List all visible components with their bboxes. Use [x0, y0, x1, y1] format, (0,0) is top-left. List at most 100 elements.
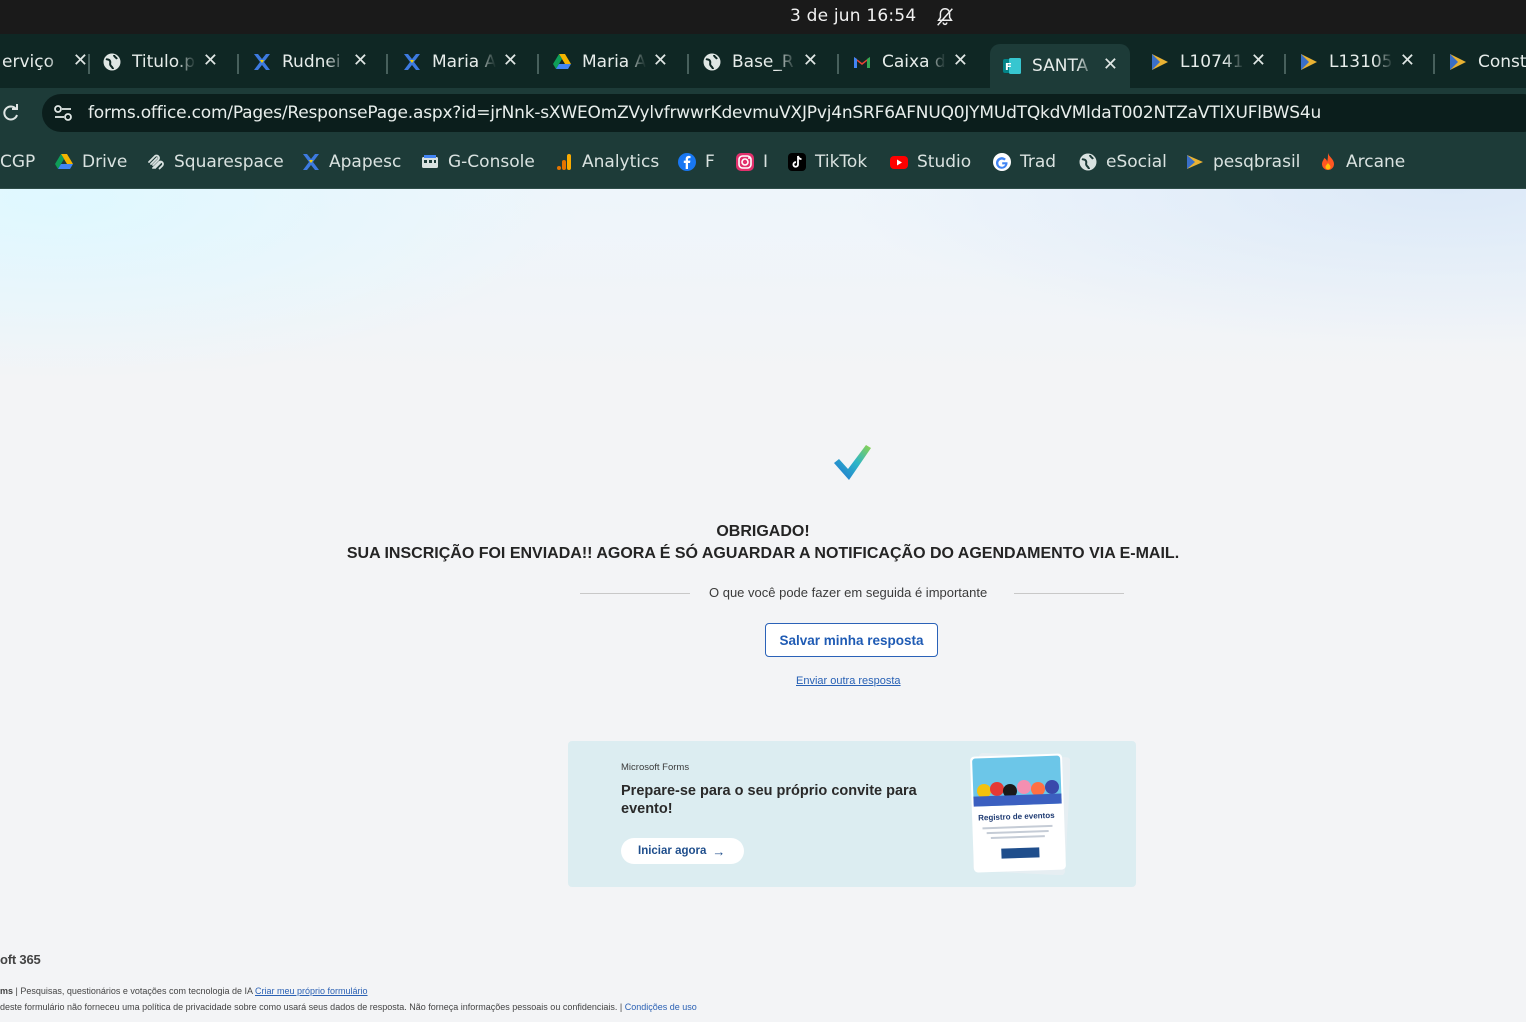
tab-separator: [1433, 54, 1435, 74]
bookmark-label: Arcane: [1346, 152, 1406, 172]
drive-icon: [54, 152, 74, 172]
start-now-label: Iniciar agora: [638, 845, 707, 857]
create-own-form-link[interactable]: Criar meu próprio formulário: [255, 986, 368, 996]
tab-title: L10741: [1180, 52, 1244, 72]
bookmark-gconsole[interactable]: G-Console: [420, 150, 535, 174]
os-clock[interactable]: 3 de jun 16:54: [790, 6, 916, 26]
save-response-button[interactable]: Salvar minha resposta: [765, 623, 938, 657]
bookmark-tiktok[interactable]: TikTok: [787, 150, 867, 174]
drive-icon: [552, 52, 572, 72]
address-row: forms.office.com/Pages/ResponsePage.aspx…: [0, 88, 1526, 138]
bookmark-studio[interactable]: Studio: [889, 150, 971, 174]
bookmark-pesqbrasil[interactable]: pesqbrasil: [1185, 150, 1300, 174]
divider-line: [1014, 593, 1124, 594]
thanks-title: OBRIGADO!: [716, 523, 810, 540]
close-tab-icon[interactable]: ✕: [73, 50, 88, 71]
globe-icon: [702, 52, 722, 72]
close-tab-icon[interactable]: ✕: [353, 50, 368, 71]
analytics-icon: [554, 152, 574, 172]
bookmark-label: G-Console: [448, 152, 535, 172]
tab-title: Maria A: [582, 52, 646, 72]
divider-line: [580, 593, 690, 594]
squarespace-icon: [146, 152, 166, 172]
next-steps-divider: O que você pode fazer em seguida é impor…: [580, 585, 1124, 603]
footer-line1-prefix: ms: [0, 986, 14, 996]
tab-title: L13105: [1329, 52, 1393, 72]
close-tab-icon[interactable]: ✕: [1103, 54, 1118, 75]
tab-2[interactable]: Rudnei ✕: [240, 44, 380, 80]
bookmark-label: pesqbrasil: [1213, 152, 1301, 172]
submit-another-link[interactable]: Enviar outra resposta: [796, 675, 901, 687]
close-tab-icon[interactable]: ✕: [953, 50, 968, 71]
tab-separator: [1284, 54, 1286, 74]
tab-title: erviço: [2, 52, 54, 72]
bookmark-arcane[interactable]: Arcane: [1318, 150, 1405, 174]
svg-text:F: F: [1005, 62, 1012, 73]
bookmark-label: Analytics: [582, 152, 660, 172]
tab-10[interactable]: Const: [1436, 44, 1526, 80]
tab-separator: [537, 54, 539, 74]
tab-title: Titulo.p: [132, 52, 196, 72]
tab-title: Rudnei: [282, 52, 341, 72]
bookmarks-bar: CGP Drive Squarespace Apapesc G-Console …: [0, 138, 1526, 189]
pesq-icon: [1448, 52, 1468, 72]
pesq-icon: [1299, 52, 1319, 72]
bookmark-esocial[interactable]: eSocial: [1078, 150, 1167, 174]
globe-icon: [102, 52, 122, 72]
footer-line2-text: deste formulário não forneceu uma políti…: [0, 1002, 625, 1012]
tab-4[interactable]: Maria A ✕: [540, 44, 680, 80]
url-text[interactable]: forms.office.com/Pages/ResponsePage.aspx…: [88, 103, 1321, 123]
response-page: OBRIGADO! SUA INSCRIÇÃO FOI ENVIADA!! AG…: [0, 189, 1526, 1022]
bookmark-trad[interactable]: Trad: [992, 150, 1056, 174]
address-bar[interactable]: forms.office.com/Pages/ResponsePage.aspx…: [42, 94, 1526, 132]
close-tab-icon[interactable]: ✕: [653, 50, 668, 71]
bookmark-label: eSocial: [1106, 152, 1167, 172]
bookmark-apapesc[interactable]: Apapesc: [301, 150, 401, 174]
next-steps-text: O que você pode fazer em seguida é impor…: [709, 585, 988, 600]
bookmark-label: Apapesc: [329, 152, 402, 172]
tab-7-active[interactable]: F SANTA ✕: [990, 44, 1130, 88]
bookmark-label: I: [763, 152, 769, 172]
tab-separator: [386, 54, 388, 74]
start-now-button[interactable]: Iniciar agora →: [621, 838, 744, 864]
notifications-muted-icon[interactable]: [934, 6, 956, 28]
tab-0[interactable]: erviço ✕: [0, 44, 100, 80]
bookmark-squarespace[interactable]: Squarespace: [146, 150, 284, 174]
pesq-icon: [1185, 152, 1205, 172]
close-tab-icon[interactable]: ✕: [203, 50, 218, 71]
fire-icon: [1318, 152, 1338, 172]
gmail-icon: [852, 52, 872, 72]
tab-6[interactable]: Caixa d ✕: [840, 44, 980, 80]
bookmark-label: F: [705, 152, 715, 172]
reload-icon[interactable]: [2, 104, 20, 122]
bookmark-facebook[interactable]: F: [677, 150, 715, 174]
terms-of-use-link[interactable]: Condições de uso: [625, 1002, 697, 1012]
bookmark-label: Squarespace: [174, 152, 284, 172]
tab-1[interactable]: Titulo.p ✕: [90, 44, 230, 80]
facebook-icon: [677, 152, 697, 172]
console-icon: [420, 152, 440, 172]
tab-3[interactable]: Maria A ✕: [390, 44, 530, 80]
forms-icon: F: [1002, 56, 1022, 76]
bookmark-drive[interactable]: Drive: [54, 150, 127, 174]
bookmark-analytics[interactable]: Analytics: [554, 150, 659, 174]
close-tab-icon[interactable]: ✕: [1400, 50, 1415, 71]
close-tab-icon[interactable]: ✕: [1251, 50, 1266, 71]
close-tab-icon[interactable]: ✕: [503, 50, 518, 71]
tab-separator: [237, 54, 239, 74]
bookmark-cgp[interactable]: CGP: [0, 150, 35, 174]
tab-8[interactable]: L10741 ✕: [1138, 44, 1278, 80]
os-top-bar: 3 de jun 16:54: [0, 0, 1526, 34]
close-tab-icon[interactable]: ✕: [803, 50, 818, 71]
tab-9[interactable]: L13105 ✕: [1287, 44, 1427, 80]
tab-title: Base_R: [732, 52, 794, 72]
footer-line-1: ms | Pesquisas, questionários e votações…: [0, 986, 368, 996]
google-icon: [992, 152, 1012, 172]
bookmark-instagram[interactable]: I: [735, 150, 768, 174]
tab-strip: erviço ✕ Titulo.p ✕ Rudnei ✕ Maria A ✕ M…: [0, 34, 1526, 88]
promo-card: Microsoft Forms Prepare-se para o seu pr…: [568, 741, 1136, 887]
youtube-icon: [889, 152, 909, 172]
site-info-icon[interactable]: [52, 103, 74, 123]
tab-5[interactable]: Base_R ✕: [690, 44, 830, 80]
tab-separator: [837, 54, 839, 74]
